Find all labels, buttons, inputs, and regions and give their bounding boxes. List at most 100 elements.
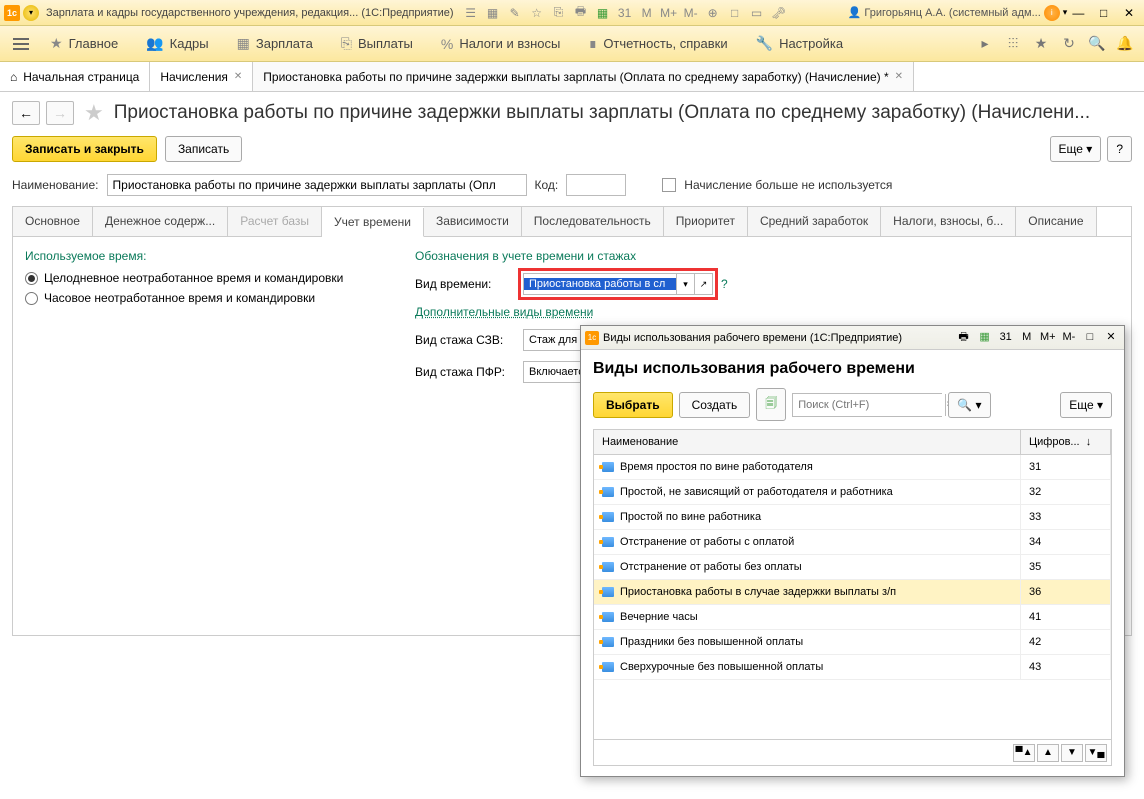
name-input[interactable]: [107, 174, 527, 196]
zoom-icon[interactable]: ⊕: [704, 4, 722, 22]
bell-icon[interactable]: 🔔: [1114, 33, 1136, 55]
inner-tab[interactable]: Основное: [13, 207, 93, 236]
search-button[interactable]: 🔍 ▾: [948, 392, 990, 418]
help-button[interactable]: ?: [1107, 136, 1132, 162]
tool-icon[interactable]: 🖶: [955, 328, 973, 347]
row-icon: [602, 462, 614, 472]
inner-tab[interactable]: Описание: [1016, 207, 1096, 236]
tool-icon[interactable]: ⎘: [550, 4, 568, 22]
m-plus-icon[interactable]: M+: [1039, 331, 1057, 343]
col-header-name[interactable]: Наименование: [594, 430, 1021, 454]
grid-row[interactable]: Праздники без повышенной оплаты42: [594, 630, 1111, 655]
popup-more-button[interactable]: Еще ▾: [1060, 392, 1112, 418]
menu-item[interactable]: ∎Отчетность, справки: [574, 26, 741, 62]
grid-row[interactable]: Сверхурочные без повышенной оплаты43: [594, 655, 1111, 680]
grid-row[interactable]: Приостановка работы в случае задержки вы…: [594, 580, 1111, 605]
menu-item[interactable]: 👥Кадры: [132, 26, 222, 62]
grid-row[interactable]: Простой по вине работника33: [594, 505, 1111, 530]
tool-icon[interactable]: ✎: [506, 4, 524, 22]
tool-icon[interactable]: ▦: [484, 4, 502, 22]
tool-icon[interactable]: ☆: [528, 4, 546, 22]
inner-tab[interactable]: Приоритет: [664, 207, 748, 236]
minimize-icon[interactable]: —: [1067, 4, 1089, 22]
grid-icon[interactable]: ⫶⫶⫶: [1002, 33, 1024, 55]
app-menu-dropdown[interactable]: ▾: [23, 5, 39, 21]
current-user[interactable]: 👤 Григорьянц А.А. (системный адм...: [848, 6, 1041, 19]
inner-tab[interactable]: Налоги, взносы, б...: [881, 207, 1016, 236]
close-icon[interactable]: ✕: [1102, 330, 1120, 343]
open-dialog-icon[interactable]: ↗: [694, 274, 712, 294]
grid-row[interactable]: Время простоя по вине работодателя31: [594, 455, 1111, 480]
tab-close-icon[interactable]: ✕: [234, 71, 242, 82]
row-name: Отстранение от работы без оплаты: [620, 561, 802, 573]
inner-tab[interactable]: Учет времени: [322, 208, 424, 237]
tool-icon[interactable]: ☰: [462, 4, 480, 22]
help-icon[interactable]: ?: [721, 277, 728, 291]
save-close-button[interactable]: Записать и закрыть: [12, 136, 157, 162]
grid-row[interactable]: Отстранение от работы с оплатой34: [594, 530, 1111, 555]
nav-forward-button[interactable]: →: [46, 101, 74, 125]
dropdown-arrow-icon[interactable]: ▾: [676, 274, 694, 294]
create-button[interactable]: Создать: [679, 392, 751, 418]
menu-item[interactable]: 🔧Настройка: [742, 26, 857, 62]
close-icon[interactable]: ✕: [1118, 4, 1140, 22]
tab-close-icon[interactable]: ✕: [895, 71, 903, 82]
tab[interactable]: Начисления✕: [150, 62, 253, 91]
additional-types-link[interactable]: Дополнительные виды времени: [415, 305, 1119, 319]
menu-item[interactable]: ★Главное: [36, 26, 132, 62]
radio-hourly[interactable]: Часовое неотработанное время и командиро…: [25, 291, 385, 305]
tab[interactable]: ⌂Начальная страница: [0, 62, 150, 91]
save-button[interactable]: Записать: [165, 136, 242, 162]
select-button[interactable]: Выбрать: [593, 392, 673, 418]
search-input[interactable]: [793, 394, 945, 416]
nav-back-button[interactable]: ←: [12, 101, 40, 125]
tool-icon[interactable]: ▭: [748, 4, 766, 22]
tab[interactable]: Приостановка работы по причине задержки …: [253, 62, 914, 91]
calendar-icon[interactable]: 31: [616, 4, 634, 22]
open-tabs: ⌂Начальная страницаНачисления✕Приостанов…: [0, 62, 1144, 92]
hamburger-icon[interactable]: [8, 32, 34, 56]
inner-tab[interactable]: Денежное содерж...: [93, 207, 228, 236]
prev-page-icon[interactable]: ▲: [1037, 744, 1059, 762]
inner-tab[interactable]: Последовательность: [522, 207, 664, 236]
calendar-icon[interactable]: ▦: [594, 4, 612, 22]
history-icon[interactable]: ↻: [1058, 33, 1080, 55]
more-icon[interactable]: ▸: [974, 33, 996, 55]
maximize-icon[interactable]: □: [1081, 331, 1099, 343]
inner-tab[interactable]: Зависимости: [424, 207, 522, 236]
m-plus-icon[interactable]: M+: [660, 4, 678, 22]
calendar-icon[interactable]: ▦: [976, 330, 994, 343]
next-page-icon[interactable]: ▼: [1061, 744, 1083, 762]
unused-checkbox[interactable]: [662, 178, 676, 192]
code-input[interactable]: [566, 174, 626, 196]
m-icon[interactable]: M: [1018, 331, 1036, 343]
more-button[interactable]: Еще ▾: [1050, 136, 1102, 162]
menu-item[interactable]: ⎘Выплаты: [327, 26, 427, 62]
star-icon[interactable]: ★: [1030, 33, 1052, 55]
grid-row[interactable]: Вечерние часы41: [594, 605, 1111, 630]
favorite-star-icon[interactable]: ★: [84, 100, 104, 126]
inner-tab[interactable]: Средний заработок: [748, 207, 881, 236]
popup-title: Виды использования рабочего времени: [593, 360, 1112, 378]
row-icon: [602, 587, 614, 597]
menu-item[interactable]: %Налоги и взносы: [427, 26, 575, 62]
m-minus-icon[interactable]: M-: [682, 4, 700, 22]
m-icon[interactable]: M: [638, 4, 656, 22]
calendar-icon[interactable]: 31: [997, 331, 1015, 343]
first-page-icon[interactable]: ▀▲: [1013, 744, 1035, 762]
search-icon[interactable]: 🔍: [1086, 33, 1108, 55]
key-icon[interactable]: 🗝: [770, 4, 788, 22]
menu-item[interactable]: ▦Зарплата: [223, 26, 327, 62]
maximize-icon[interactable]: □: [1093, 4, 1115, 22]
col-header-code[interactable]: Цифров... ↓: [1021, 430, 1111, 454]
grid-row[interactable]: Отстранение от работы без оплаты35: [594, 555, 1111, 580]
find-button[interactable]: 🗐: [756, 388, 786, 421]
grid-row[interactable]: Простой, не зависящий от работодателя и …: [594, 480, 1111, 505]
m-minus-icon[interactable]: M-: [1060, 331, 1078, 343]
radio-full-day[interactable]: Целодневное неотработанное время и коман…: [25, 271, 385, 285]
time-type-dropdown[interactable]: Приостановка работы в сл ▾ ↗: [523, 273, 713, 295]
info-dropdown[interactable]: i: [1044, 5, 1060, 21]
print-icon[interactable]: 🖶: [572, 4, 590, 22]
tool-icon[interactable]: □: [726, 4, 744, 22]
last-page-icon[interactable]: ▼▄: [1085, 744, 1107, 762]
